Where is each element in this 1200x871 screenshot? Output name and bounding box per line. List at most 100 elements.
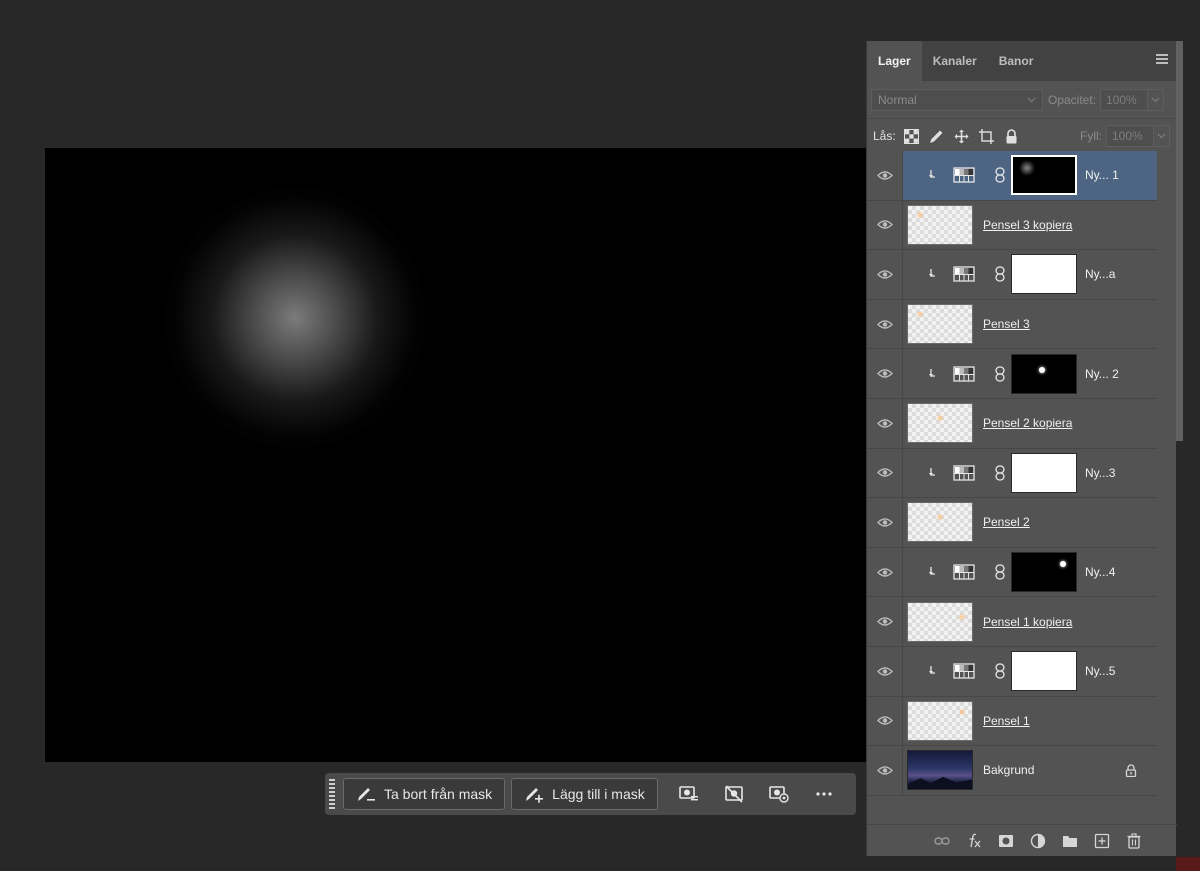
layer-name[interactable]: Pensel 2 <box>983 515 1030 529</box>
subtract-from-mask-button[interactable]: Ta bort från mask <box>343 778 506 810</box>
adjustment-circle-icon <box>1030 833 1046 848</box>
lock-all-button[interactable] <box>1002 127 1022 145</box>
mask-disable-icon <box>724 785 743 803</box>
layer-thumbnail[interactable] <box>907 601 973 642</box>
blend-mode-value: Normal <box>878 92 917 107</box>
clip-arrow-icon <box>929 269 935 278</box>
link-chain-icon[interactable] <box>995 366 1005 382</box>
link-chain-icon[interactable] <box>995 564 1005 580</box>
layer-row[interactable]: Ny... 2 <box>867 349 1157 399</box>
drag-handle[interactable] <box>329 779 335 809</box>
layer-name[interactable]: Ny... 2 <box>1085 367 1119 381</box>
lock-row: Lås: Fyll: 100% <box>867 119 1176 153</box>
gradient-map-icon <box>953 465 975 481</box>
layer-row[interactable]: Pensel 3 <box>867 299 1157 350</box>
visibility-toggle[interactable] <box>867 200 903 250</box>
chevron-down-icon <box>1151 97 1160 102</box>
layer-name[interactable]: Pensel 3 <box>983 317 1030 331</box>
link-chain-icon[interactable] <box>995 266 1005 283</box>
link-chain-icon[interactable] <box>995 663 1005 679</box>
layer-name[interactable]: Ny...5 <box>1085 664 1115 678</box>
layer-style-button[interactable] <box>965 832 983 850</box>
layer-row[interactable]: Ny...4 <box>867 547 1157 598</box>
mask-settings-button[interactable] <box>669 778 709 810</box>
layer-row[interactable]: Ny...a <box>867 250 1157 300</box>
add-to-mask-button[interactable]: Lägg till i mask <box>511 778 658 810</box>
layer-name[interactable]: Pensel 1 <box>983 714 1030 728</box>
visibility-toggle[interactable] <box>867 597 903 646</box>
visibility-toggle[interactable] <box>867 398 903 448</box>
visibility-toggle[interactable] <box>867 498 903 547</box>
layer-thumbnail[interactable] <box>907 403 973 444</box>
layer-thumbnail[interactable] <box>907 750 973 791</box>
document-canvas[interactable] <box>45 148 867 762</box>
gradient-map-icon <box>953 663 975 679</box>
fill-dropdown[interactable] <box>1154 125 1170 147</box>
layer-name[interactable]: Ny... 1 <box>1085 168 1119 182</box>
visibility-toggle[interactable] <box>867 349 903 398</box>
opacity-dropdown[interactable] <box>1148 88 1165 111</box>
visibility-toggle[interactable] <box>867 250 903 299</box>
layer-name[interactable]: Pensel 1 kopiera <box>983 615 1072 629</box>
layer-thumbnail[interactable] <box>907 304 973 345</box>
lock-image-pixels-button[interactable] <box>927 127 947 145</box>
visibility-toggle[interactable] <box>867 448 903 498</box>
layer-mask-thumbnail[interactable] <box>1011 452 1077 493</box>
layer-row[interactable]: Ny...3 <box>867 448 1157 499</box>
layer-thumbnail[interactable] <box>907 700 973 741</box>
tab-channels[interactable]: Kanaler <box>922 41 988 81</box>
new-group-button[interactable] <box>1061 832 1079 850</box>
layer-mask-thumbnail[interactable] <box>1011 552 1077 593</box>
panel-tabs: Lager Kanaler Banor <box>867 41 1176 81</box>
panel-scrollbar[interactable] <box>1176 41 1183 441</box>
visibility-toggle[interactable] <box>867 547 903 597</box>
lock-position-button[interactable] <box>952 127 972 145</box>
panel-menu-icon[interactable] <box>1156 54 1168 66</box>
layer-name[interactable]: Pensel 2 kopiera <box>983 416 1072 430</box>
new-adjustment-button[interactable] <box>1029 832 1047 850</box>
visibility-toggle[interactable] <box>867 646 903 696</box>
link-layers-button[interactable] <box>933 832 951 850</box>
lock-artboard-button[interactable] <box>977 127 997 145</box>
more-options-button[interactable] <box>804 778 844 810</box>
layer-thumbnail[interactable] <box>907 502 973 543</box>
clipping-arrow <box>923 170 943 180</box>
layer-mask-thumbnail[interactable] <box>1011 651 1077 692</box>
layer-row[interactable]: Ny...5 <box>867 646 1157 697</box>
layer-name[interactable]: Ny...3 <box>1085 466 1115 480</box>
layer-row[interactable]: Pensel 2 <box>867 498 1157 548</box>
layer-mask-thumbnail[interactable] <box>1011 254 1077 295</box>
visibility-toggle[interactable] <box>867 151 903 200</box>
lock-transparent-pixels-button[interactable] <box>902 127 922 145</box>
tab-paths[interactable]: Banor <box>988 41 1045 81</box>
layer-mask-thumbnail[interactable] <box>1011 353 1077 394</box>
blend-mode-select[interactable]: Normal <box>871 88 1043 111</box>
layer-name[interactable]: Pensel 3 kopiera <box>983 218 1072 232</box>
visibility-toggle[interactable] <box>867 299 903 349</box>
layer-row[interactable]: Pensel 1 <box>867 696 1157 747</box>
new-layer-button[interactable] <box>1093 832 1111 850</box>
disable-mask-button[interactable] <box>714 778 754 810</box>
add-mask-button[interactable] <box>997 832 1015 850</box>
padlock-icon <box>1006 128 1017 143</box>
layer-row[interactable]: Pensel 3 kopiera <box>867 200 1157 251</box>
layer-mask-thumbnail[interactable] <box>1011 155 1077 196</box>
layer-name[interactable]: Bakgrund <box>983 763 1034 777</box>
opacity-input[interactable]: 100% <box>1100 88 1149 111</box>
eye-icon <box>876 617 893 626</box>
layer-row[interactable]: Ny... 1 <box>867 151 1157 201</box>
tab-layers[interactable]: Lager <box>867 41 922 81</box>
visibility-toggle[interactable] <box>867 696 903 746</box>
layer-name[interactable]: Ny...4 <box>1085 565 1115 579</box>
view-mask-button[interactable] <box>759 778 799 810</box>
link-chain-icon[interactable] <box>995 167 1005 183</box>
delete-layer-button[interactable] <box>1125 832 1143 850</box>
fill-input[interactable]: 100% <box>1106 125 1154 147</box>
layer-name[interactable]: Ny...a <box>1085 267 1115 281</box>
layer-thumbnail[interactable] <box>907 204 973 245</box>
layer-row[interactable]: Pensel 1 kopiera <box>867 597 1157 647</box>
link-chain-icon[interactable] <box>995 465 1005 481</box>
visibility-toggle[interactable] <box>867 746 903 795</box>
layer-row[interactable]: Bakgrund <box>867 746 1157 796</box>
layer-row[interactable]: Pensel 2 kopiera <box>867 398 1157 449</box>
